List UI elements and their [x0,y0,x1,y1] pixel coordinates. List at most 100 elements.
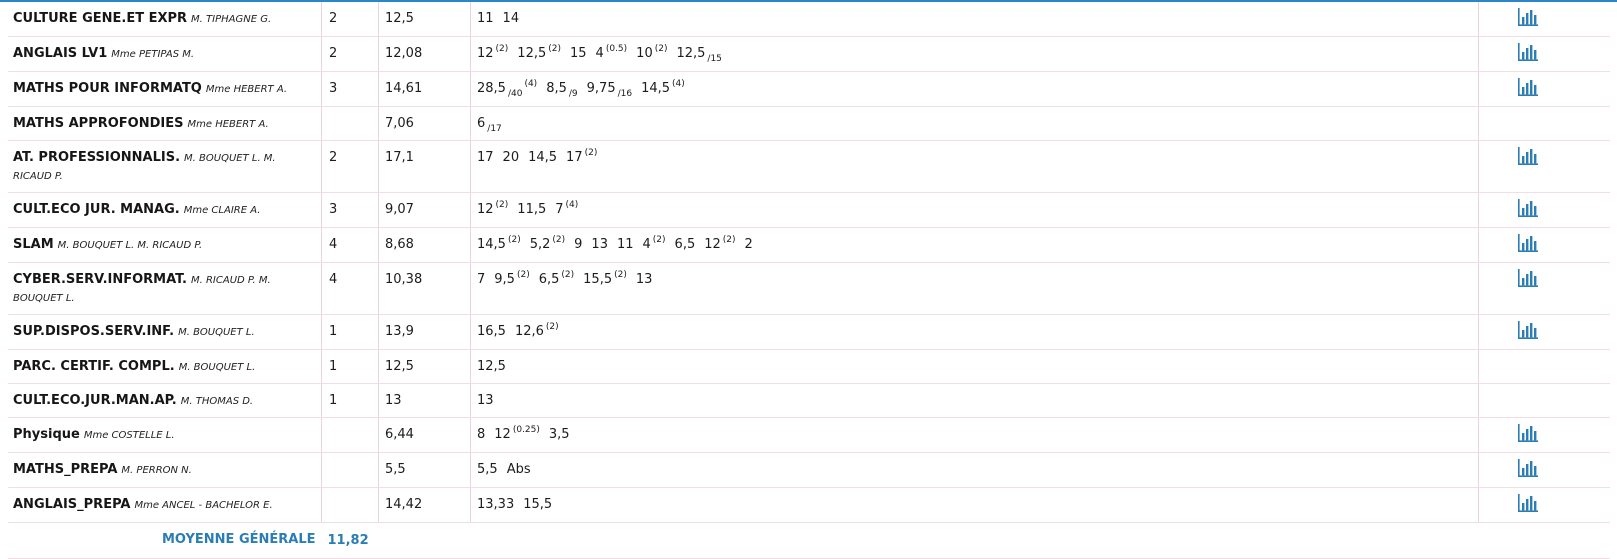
grade: 13,33 [477,497,514,512]
subject-name: AT. PROFESSIONNALIS. [13,150,181,165]
bar-chart-icon[interactable] [1517,42,1539,62]
grade: 15,5 [523,497,552,512]
grade-value: 7 [477,272,486,287]
grade: 12 (2) [704,235,735,252]
grade-coefficient: (2) [548,43,561,54]
subject-cell: PARC. CERTIF. COMPL. M. BOUQUET L. [8,349,322,384]
subject-average-cell: 12,5 [378,2,471,37]
grade: 14,5 (2) [477,234,521,252]
subject-cell: CYBER.SERV.INFORMAT. M. RICAUD P. M. BOUQ… [8,262,322,315]
subject-cell: CULTURE GENE.ET EXPR M. TIPHAGNE G. [8,2,322,37]
bar-chart-icon[interactable] [1517,458,1539,478]
grade-value: 6,5 [538,272,560,287]
grade: 12,5/15 [676,46,721,63]
teacher-name: Mme CLAIRE A. [183,205,261,216]
subject-name: SUP.DISPOS.SERV.INF. [13,324,175,339]
bar-chart-icon[interactable] [1517,198,1539,218]
grade: 6,5 (2) [538,270,574,287]
grade-value: 9,5 [494,272,515,287]
teacher-name: M. BOUQUET L. M. RICAUD P. [57,240,203,251]
grade-value: 14,5 [477,237,506,252]
chart-cell [1478,106,1610,141]
grade-value: 12,6 [514,324,544,339]
grade: 5,2 (2) [529,235,565,252]
grade: 8,5/9 [546,81,577,98]
grade: 13 [591,237,608,252]
subject-cell: ANGLAIS LV1 Mme PETIPAS M. [8,36,322,72]
general-average-label: MOYENNE GÉNÉRALE [8,522,322,559]
grade-value: 15 [570,46,587,61]
coefficient-cell [321,417,379,453]
coefficient-cell: 4 [321,262,379,315]
grade-value: 11,5 [517,202,547,217]
grades-table-body: CULTURE GENE.ET EXPR M. TIPHAGNE G. 2 12,5 1… [8,2,1610,523]
subject-cell: Physique Mme COSTELLE L. [8,417,322,453]
subject-row: SUP.DISPOS.SERV.INF. M. BOUQUET L. 1 13,9 16… [8,314,1610,350]
subject-name: CULT.ECO JUR. MANAG. [13,202,180,217]
general-average-value: 11,82 [321,522,1610,559]
grades-cell: 6/17 [470,106,1479,141]
subject-name: CULTURE GENE.ET EXPR [13,11,188,26]
grade-value: 12 [477,202,494,217]
subject-cell: CULT.ECO JUR. MANAG. Mme CLAIRE A. [8,192,322,228]
bar-chart-icon[interactable] [1517,268,1539,288]
grade-value: 12,5 [517,46,547,61]
grade-coefficient: (4) [565,199,579,210]
subject-average-cell: 8,68 [378,227,471,263]
teacher-name: Mme ANCEL - BACHELOR E. [134,500,273,511]
subject-average-cell: 12,08 [378,36,471,72]
grade: 6/17 [477,116,502,133]
subject-name: CYBER.SERV.INFORMAT. [13,272,187,287]
subject-cell: SUP.DISPOS.SERV.INF. M. BOUQUET L. [8,314,322,350]
bar-chart-icon[interactable] [1517,7,1539,27]
coefficient-cell: 4 [321,227,379,263]
grade-value: 17 [477,150,494,165]
subject-average-cell: 13,9 [378,314,471,350]
grade: Abs [507,462,531,477]
bar-chart-icon[interactable] [1517,77,1539,97]
grades-cell: 13 [470,383,1479,418]
teacher-name: Mme PETIPAS M. [111,49,195,60]
grade-value: 13 [477,393,494,408]
subject-cell: AT. PROFESSIONNALIS. M. BOUQUET L. M. RIC… [8,140,322,193]
grade-value: 28,5 [477,81,506,96]
bar-chart-icon[interactable] [1517,233,1539,253]
grade-value: 5,2 [529,237,551,252]
chart-cell [1478,192,1610,228]
coefficient-cell: 3 [321,71,379,107]
subject-average-cell: 13 [378,383,471,418]
subject-average-cell: 6,44 [378,417,471,453]
grade: 4 (0.5) [596,44,628,61]
grades-cell: 17 20 14,5 17 (2) [470,140,1479,193]
grade: 4 (2) [643,235,666,252]
grade-value: 12 [477,46,494,61]
coefficient-cell: 1 [321,383,379,418]
bar-chart-icon[interactable] [1517,423,1539,443]
subject-row: CULT.ECO.JUR.MAN.AP. M. THOMAS D. 1 13 13 [8,383,1610,418]
bar-chart-icon[interactable] [1517,320,1539,340]
grade: 9,5 (2) [494,269,530,287]
grade-value: 14,5 [528,150,558,165]
grade: 13 [636,272,653,287]
grades-cell: 12 (2) 12,5 (2) 15 4 (0.5) 10 (2) 12,5/15 [470,36,1479,72]
grade: 9,75/16 [587,81,632,98]
grade: 3,5 [549,427,570,442]
grade-coefficient: (0.25) [512,424,540,435]
grade-coefficient: (2) [516,269,530,280]
grades-cell: 11 14 [470,2,1479,37]
grade-value: 15,5 [523,497,553,512]
subject-row: ANGLAIS LV1 Mme PETIPAS M. 2 12,08 12 (2) 12,5… [8,36,1610,72]
grade-coefficient: (2) [507,234,521,245]
coefficient-cell: 1 [321,349,379,384]
bar-chart-icon[interactable] [1517,146,1539,166]
subject-cell: MATHS APPROFONDIES Mme HEBERT A. [8,106,322,141]
grade-value: 12,5 [676,46,706,61]
grade: 12 (0.25) [494,424,540,442]
grade: 12 (2) [477,200,508,217]
grade: 14,5 (4) [641,79,685,96]
grades-cell: 5,5 Abs [470,452,1479,488]
grade-value: 17 [566,150,583,165]
coefficient-cell [321,487,379,523]
bar-chart-icon[interactable] [1517,493,1539,513]
chart-cell [1478,36,1610,72]
